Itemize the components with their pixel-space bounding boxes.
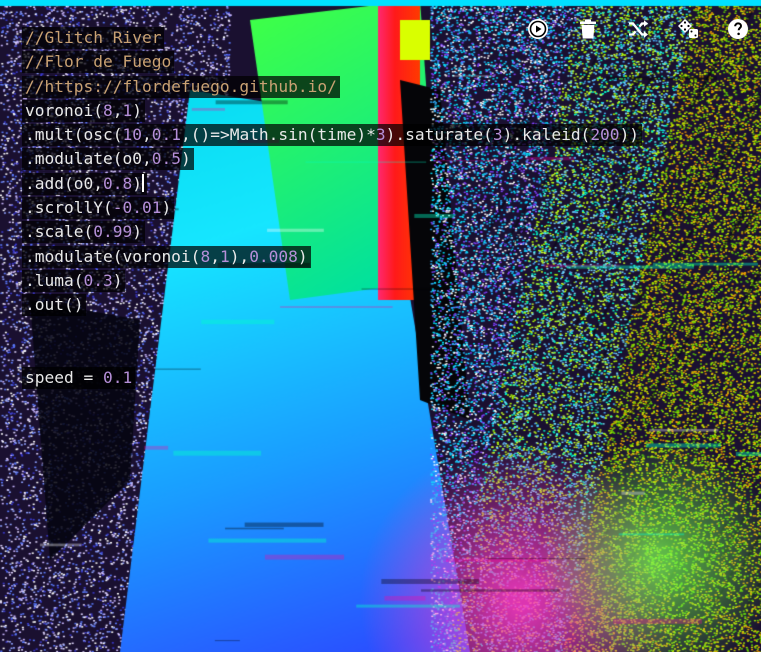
code-editor[interactable]: //Glitch River //Flor de Fuego //https://f… — [22, 26, 643, 390]
code-line[interactable]: voronoi(8,1) — [22, 99, 642, 123]
code-line-text: .luma(0.3) — [22, 269, 126, 292]
text-cursor — [141, 173, 144, 192]
code-line[interactable]: speed = 0.1 — [22, 366, 642, 390]
code-line-text: .mult(osc(10,0.1,()=>Math.sin(time)*3).s… — [22, 124, 643, 147]
code-number: 0.3 — [83, 270, 113, 290]
hydra-stage: //Glitch River //Flor de Fuego //https://f… — [0, 0, 761, 652]
toolbar — [523, 14, 753, 44]
code-token: ) — [112, 270, 123, 290]
code-line[interactable]: .modulate(o0,0.5) — [22, 147, 642, 171]
code-line[interactable] — [22, 342, 642, 366]
code-line-text: .out() — [22, 294, 87, 317]
code-line-text: .modulate(voronoi(8,1),0.008) — [22, 245, 311, 268]
shuffle-icon — [629, 20, 648, 38]
code-number: 0.99 — [93, 222, 133, 242]
trash-icon — [580, 19, 596, 39]
code-token: ) — [161, 198, 172, 218]
code-number: 8 — [200, 246, 211, 266]
code-number: 10 — [122, 125, 142, 145]
code-token: .scale( — [25, 222, 94, 242]
code-line[interactable]: .mult(osc(10,0.1,()=>Math.sin(time)*3).s… — [22, 123, 643, 147]
shuffle-button[interactable] — [623, 14, 653, 44]
code-line-text: .scale(0.99) — [22, 221, 145, 244]
code-token: , — [112, 100, 123, 120]
play-circle-icon — [528, 19, 548, 39]
code-token: ).kaleid( — [502, 125, 591, 145]
code-line[interactable]: .out() — [22, 293, 642, 317]
code-token: .add(o0, — [25, 173, 103, 193]
code-line[interactable]: .add(o0,0.8) — [22, 172, 642, 196]
code-line[interactable]: .scrollY(-0.01) — [22, 196, 642, 220]
code-token: ) — [132, 100, 142, 120]
code-line-text: //Glitch River — [22, 27, 165, 49]
code-token: ) — [297, 246, 308, 266]
code-token: , — [210, 246, 220, 266]
code-token: ), — [229, 246, 250, 266]
code-line-text: .modulate(o0,0.5) — [22, 148, 194, 171]
code-token: ).saturate( — [385, 125, 493, 145]
code-number: 0.1 — [102, 368, 133, 388]
code-line[interactable]: //Flor de Fuego — [22, 50, 642, 74]
code-number: 3 — [492, 125, 503, 145]
code-token: ) — [132, 222, 142, 242]
code-comment: //https://flordefuego.github.io/ — [25, 76, 337, 96]
code-number: 0.008 — [249, 246, 298, 266]
code-token: ) — [132, 173, 142, 193]
code-token: .modulate(o0, — [25, 149, 152, 169]
help-circle-icon — [728, 19, 748, 39]
code-token: .scrollY( — [25, 198, 113, 218]
code-number: 3 — [375, 125, 386, 145]
code-number: 1 — [122, 100, 133, 120]
code-token: speed = — [25, 368, 103, 388]
help-button[interactable] — [723, 14, 753, 44]
code-line[interactable] — [22, 318, 642, 342]
code-number: -0.01 — [112, 198, 162, 218]
code-line[interactable]: .luma(0.3) — [22, 269, 642, 293]
code-number: 200 — [590, 125, 620, 145]
code-line-text: //Flor de Fuego — [22, 51, 175, 74]
code-comment: //Flor de Fuego — [25, 52, 172, 72]
code-number: 8 — [102, 100, 113, 120]
code-line-text: speed = 0.1 — [22, 367, 136, 390]
code-token: , — [141, 125, 152, 145]
code-line-text: //https://flordefuego.github.io/ — [22, 75, 340, 98]
dice-icon — [678, 19, 698, 38]
code-number: 1 — [219, 246, 230, 266]
clear-button[interactable] — [573, 14, 603, 44]
code-token: ) — [180, 149, 191, 169]
code-line-text: voronoi(8,1) — [22, 99, 145, 122]
code-token: .out() — [25, 295, 84, 315]
randomize-button[interactable] — [673, 14, 703, 44]
code-number: 0.8 — [102, 173, 133, 193]
code-token: )) — [619, 125, 640, 145]
code-line-text: .scrollY(-0.01) — [22, 197, 175, 220]
code-number: 0.5 — [151, 149, 181, 169]
run-button[interactable] — [523, 14, 553, 44]
code-number: 0.1 — [151, 125, 181, 145]
code-token: .luma( — [25, 270, 84, 290]
code-line[interactable]: .scale(0.99) — [22, 220, 642, 244]
code-line[interactable]: .modulate(voronoi(8,1),0.008) — [22, 245, 642, 269]
code-comment: //Glitch River — [25, 28, 162, 47]
code-line[interactable]: //https://flordefuego.github.io/ — [22, 75, 642, 99]
code-token: ,()=>Math.sin(time)* — [180, 125, 376, 145]
code-token: .modulate(voronoi( — [25, 246, 201, 266]
code-token: .mult(osc( — [25, 125, 123, 145]
code-line-text: .add(o0,0.8) — [22, 172, 147, 195]
code-token: voronoi( — [25, 100, 103, 120]
